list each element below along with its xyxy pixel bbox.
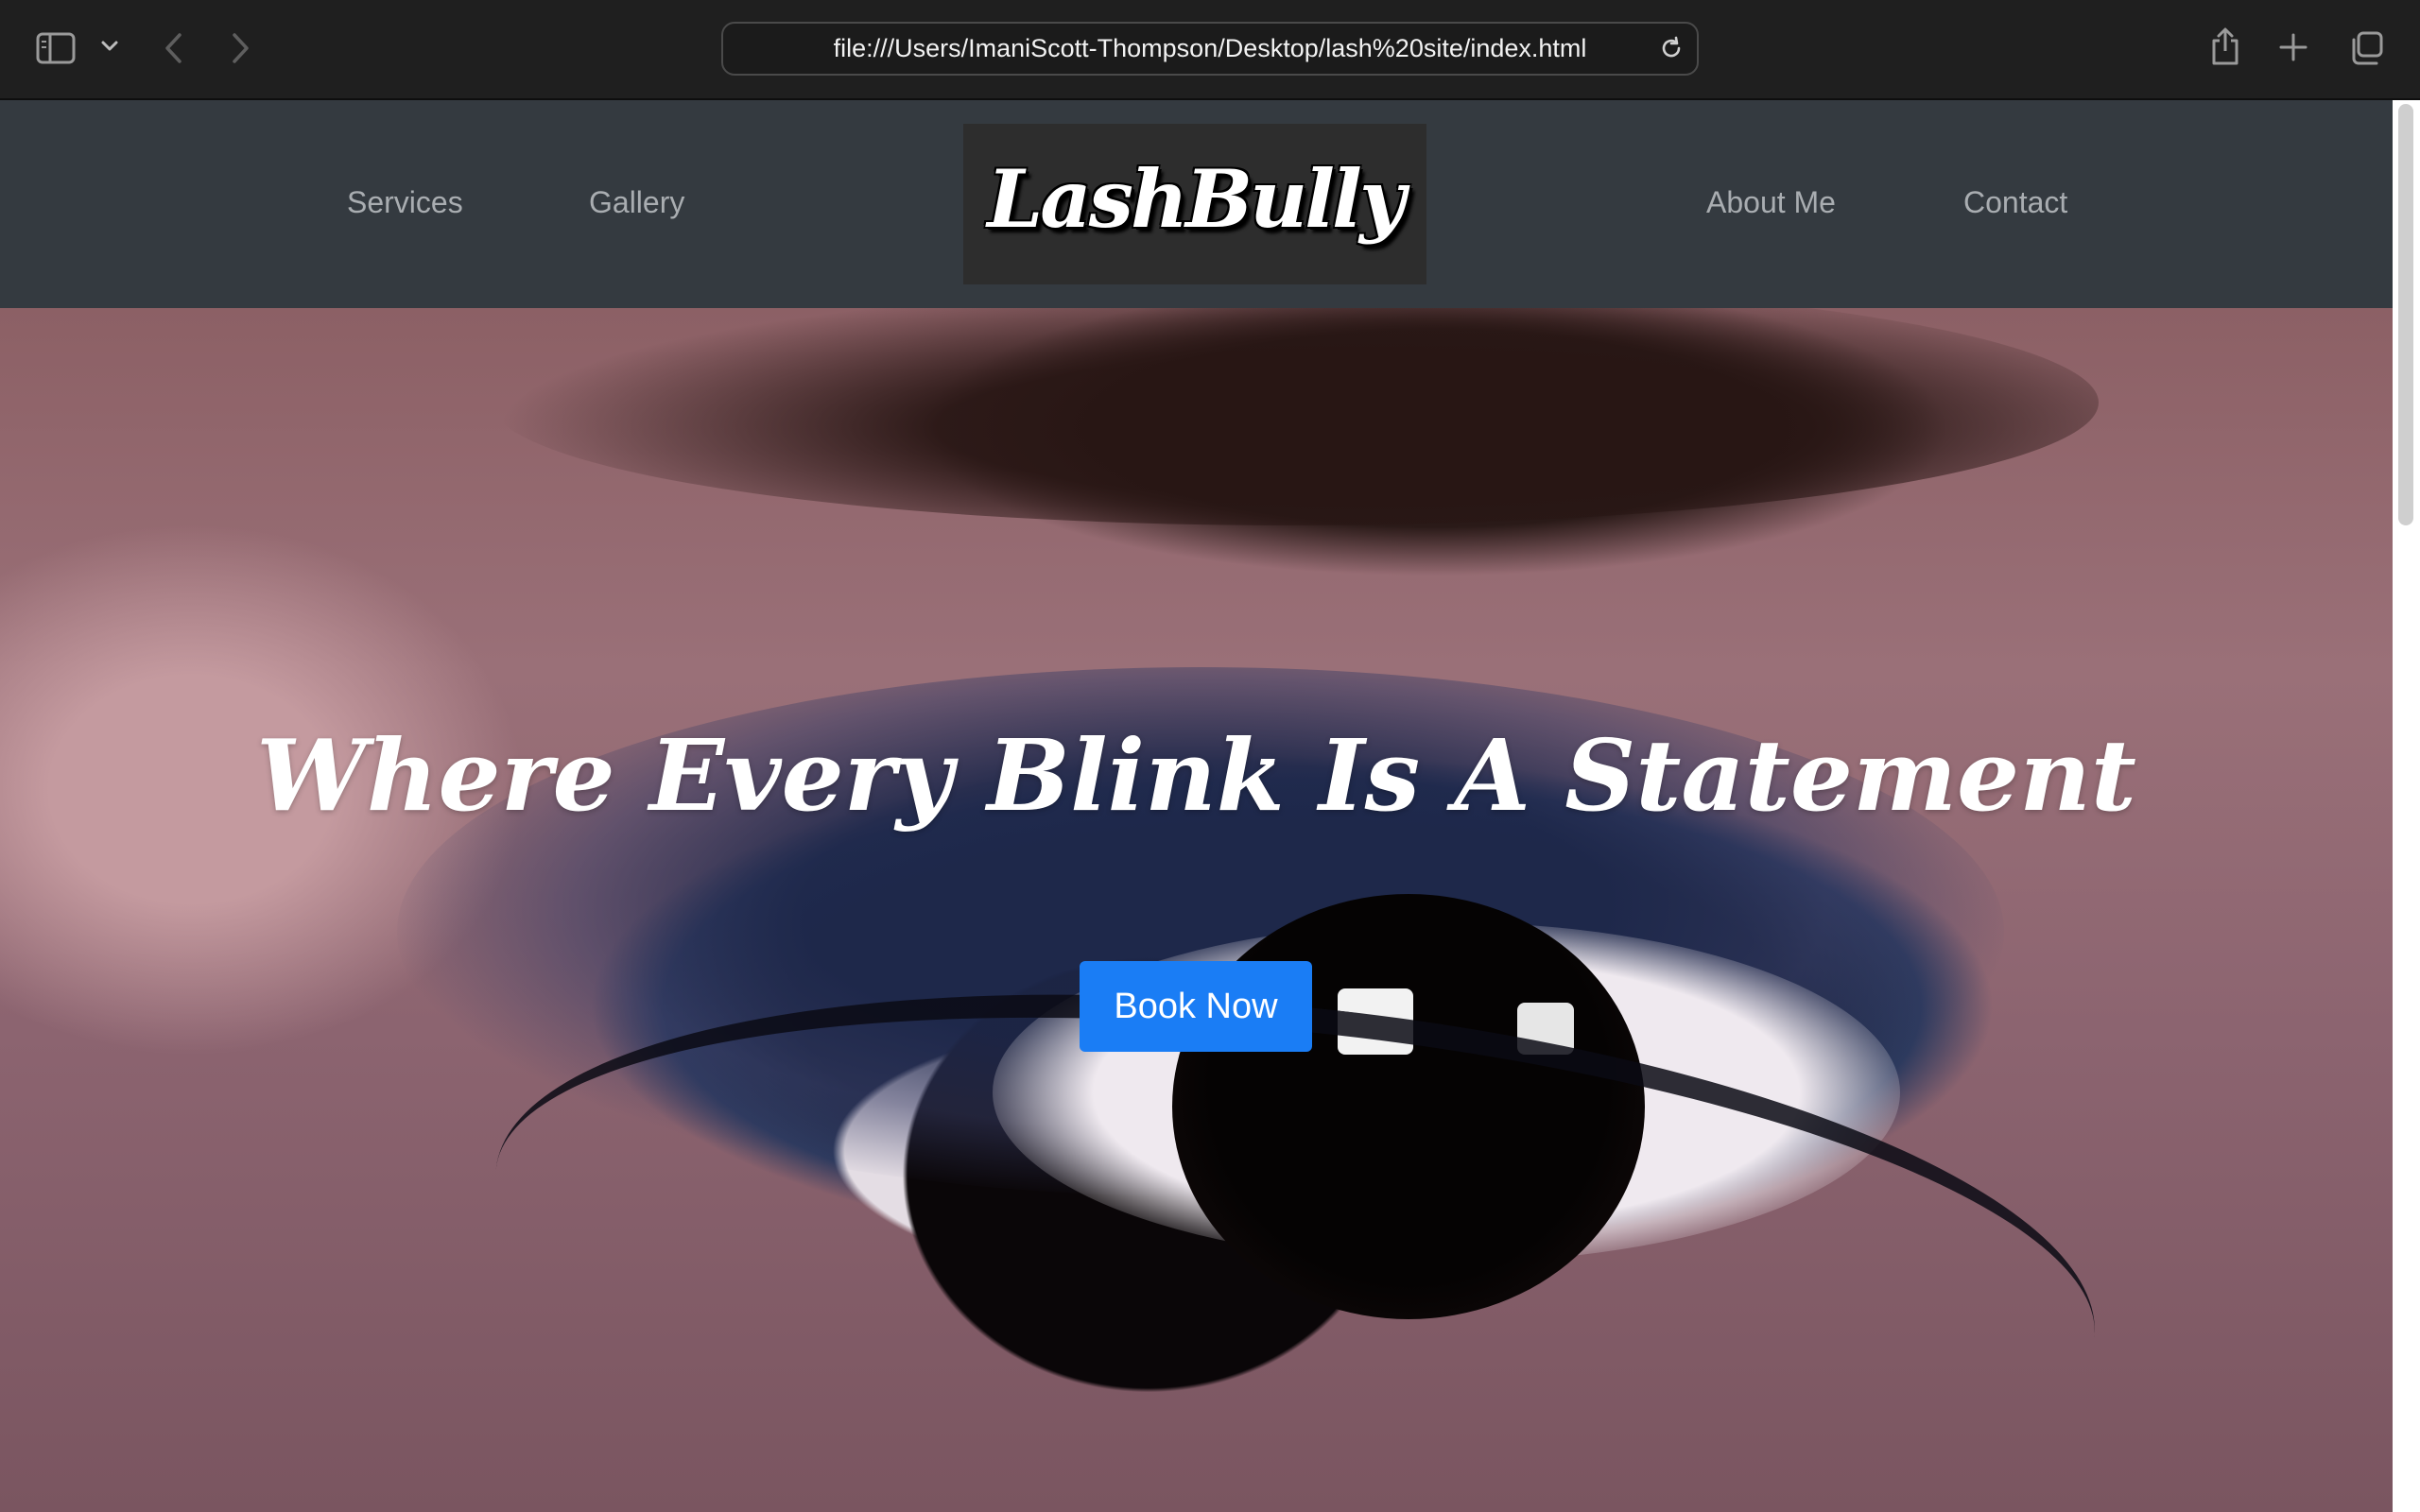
url-text[interactable]: file:///Users/ImaniScott-Thompson/Deskto… bbox=[723, 24, 1640, 74]
nav-link-services[interactable]: Services bbox=[347, 183, 463, 221]
share-icon[interactable] bbox=[2209, 26, 2241, 66]
plus-icon[interactable] bbox=[2278, 32, 2308, 62]
nav-link-contact[interactable]: Contact bbox=[1963, 183, 2067, 221]
browser-toolbar: file:///Users/ImaniScott-Thompson/Deskto… bbox=[0, 0, 2420, 100]
back-arrow-icon[interactable] bbox=[163, 32, 185, 64]
sidebar-icon[interactable] bbox=[36, 31, 76, 65]
hero-section: Where Every Blink Is A Statement Book No… bbox=[0, 308, 2393, 1512]
forward-arrow-icon[interactable] bbox=[229, 32, 251, 64]
logo-text: LashBully bbox=[987, 152, 1406, 246]
hero-background-image bbox=[492, 308, 2099, 525]
nav-link-about[interactable]: About Me bbox=[1706, 183, 1836, 221]
book-now-button[interactable]: Book Now bbox=[1080, 961, 1312, 1052]
tab-overview-icon[interactable] bbox=[2348, 30, 2384, 66]
web-page: Services Gallery LashBully About Me Cont… bbox=[0, 100, 2393, 1512]
nav-link-gallery[interactable]: Gallery bbox=[589, 183, 684, 221]
chevron-down-icon[interactable] bbox=[100, 40, 119, 53]
site-logo[interactable]: LashBully bbox=[963, 124, 1426, 284]
scrollbar-thumb[interactable] bbox=[2398, 104, 2413, 525]
site-navbar: Services Gallery LashBully About Me Cont… bbox=[0, 100, 2393, 308]
address-bar[interactable]: file:///Users/ImaniScott-Thompson/Deskto… bbox=[721, 22, 1699, 76]
hero-headline: Where Every Blink Is A Statement bbox=[256, 717, 2136, 833]
reload-icon[interactable] bbox=[1659, 36, 1684, 60]
